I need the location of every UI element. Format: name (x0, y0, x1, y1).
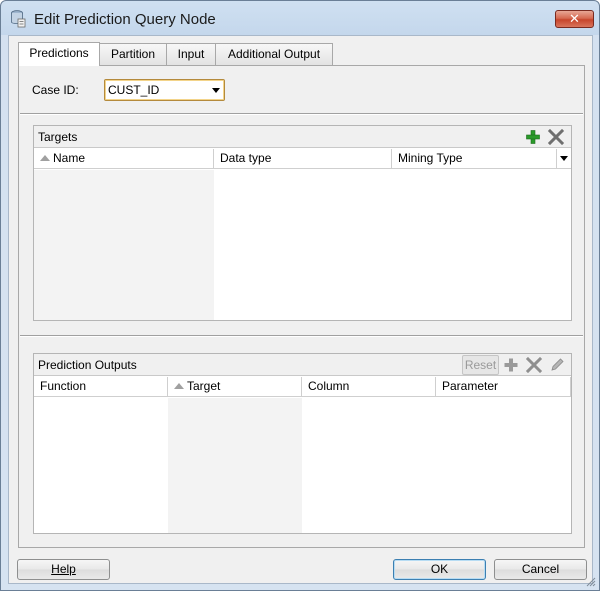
predictions-tab-panel: Case ID: CUST_ID Targets Name Data type … (18, 65, 585, 548)
dropdown-arrow-icon (212, 88, 220, 93)
column-header-label: Function (40, 379, 87, 393)
prediction-outputs-column-header: Function Target Column Parameter (34, 377, 571, 397)
sort-ascending-icon (174, 383, 184, 389)
column-header-parameter[interactable]: Parameter (436, 377, 571, 397)
case-id-label: Case ID: (32, 83, 79, 97)
column-header-label: Data type (220, 151, 272, 165)
prediction-outputs-section: Prediction Outputs Reset Function Target… (33, 353, 572, 534)
ok-button-label: OK (430, 562, 449, 576)
column-header-name[interactable]: Name (34, 149, 214, 169)
title-bar[interactable]: Edit Prediction Query Node ✕ (1, 1, 599, 35)
column-header-label: Target (187, 379, 221, 393)
delete-x-icon (548, 129, 564, 145)
sort-ascending-icon (40, 155, 50, 161)
add-target-button[interactable] (524, 128, 542, 146)
tab-predictions[interactable]: Predictions (18, 42, 100, 66)
remove-output-button[interactable] (525, 356, 543, 374)
help-button-label: Help (51, 562, 76, 576)
divider (20, 113, 583, 115)
tab-partition[interactable]: Partition (99, 43, 167, 65)
help-button[interactable]: Help (17, 559, 110, 580)
prediction-outputs-table-body[interactable] (168, 398, 302, 533)
targets-header: Targets (34, 126, 571, 148)
prediction-outputs-header: Prediction Outputs Reset (34, 354, 571, 376)
prediction-outputs-title: Prediction Outputs (38, 358, 137, 372)
tab-label: Additional Output (227, 47, 321, 61)
close-button[interactable]: ✕ (555, 10, 594, 28)
resize-grip-icon[interactable] (584, 575, 596, 587)
reset-button[interactable]: Reset (462, 355, 499, 375)
tab-label: Predictions (29, 46, 89, 60)
tab-input[interactable]: Input (166, 43, 216, 65)
column-header-label: Name (53, 151, 86, 165)
case-id-dropdown[interactable]: CUST_ID (104, 79, 225, 101)
add-output-button[interactable] (502, 356, 520, 374)
database-node-icon (11, 10, 26, 28)
remove-target-button[interactable] (547, 128, 565, 146)
column-header-label: Parameter (442, 379, 499, 393)
case-id-value: CUST_ID (108, 83, 160, 97)
tab-label: Input (177, 47, 205, 61)
plus-icon (526, 130, 540, 144)
delete-x-icon (526, 357, 542, 373)
close-icon: ✕ (569, 11, 580, 26)
edit-output-button[interactable] (548, 356, 566, 374)
divider (20, 335, 583, 337)
tab-additional-output[interactable]: Additional Output (215, 43, 333, 65)
column-header-label: Mining Type (398, 151, 463, 165)
pencil-icon (551, 358, 564, 371)
column-header-target[interactable]: Target (168, 377, 302, 397)
dialog-window: Edit Prediction Query Node ✕ Predictions… (0, 0, 600, 591)
cancel-button[interactable]: Cancel (494, 559, 587, 580)
ok-button[interactable]: OK (393, 559, 486, 580)
column-header-function[interactable]: Function (34, 377, 168, 397)
column-header-mining-type[interactable]: Mining Type (392, 149, 557, 169)
dialog-title: Edit Prediction Query Node (34, 11, 216, 28)
column-header-data-type[interactable]: Data type (214, 149, 392, 169)
column-header-label: Column (308, 379, 350, 393)
targets-title: Targets (38, 130, 78, 144)
chevron-down-icon (560, 156, 568, 161)
cancel-button-label: Cancel (521, 562, 560, 576)
targets-section: Targets Name Data type Mining Type (33, 125, 572, 321)
targets-column-header: Name Data type Mining Type (34, 149, 571, 169)
plus-icon (504, 358, 518, 372)
tab-label: Partition (110, 47, 156, 61)
column-chooser-button[interactable] (557, 149, 571, 169)
targets-table-body[interactable] (34, 170, 214, 320)
column-header-column[interactable]: Column (302, 377, 436, 397)
dialog-client-area: Predictions Partition Input Additional O… (8, 35, 593, 584)
